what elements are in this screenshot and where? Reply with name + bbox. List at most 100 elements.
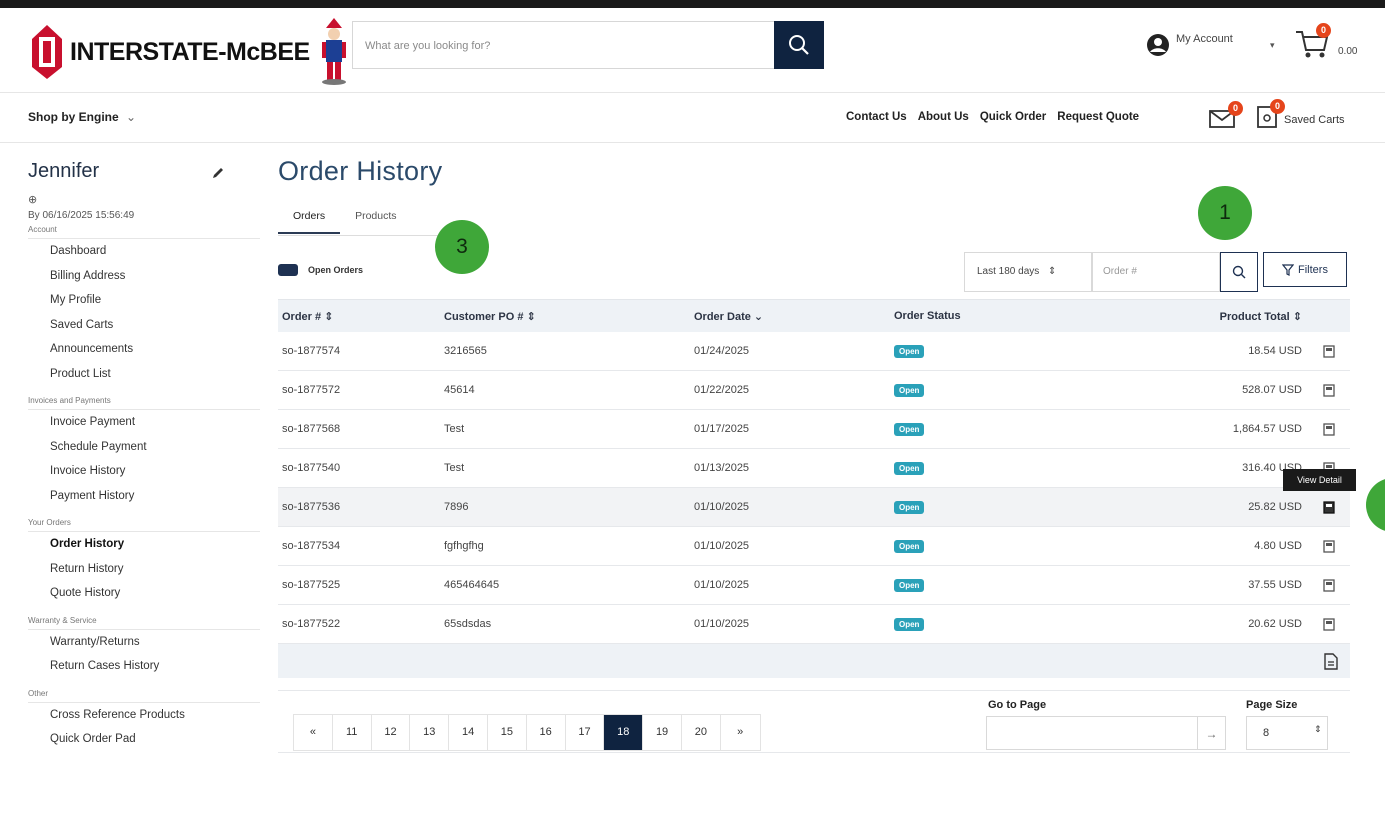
go-to-page-input[interactable]	[986, 716, 1198, 750]
sidebar-item-dashboard[interactable]: Dashboard	[28, 239, 260, 264]
customer-po: 465464645	[444, 579, 500, 591]
user-name: Jennifer	[28, 160, 100, 182]
open-orders-toggle[interactable]: Open Orders	[278, 264, 363, 276]
date-range-select[interactable]: Last 180 days ⇕	[964, 252, 1092, 292]
table-row: so-1877568 Test 01/17/2025 Open 1,864.57…	[278, 410, 1350, 449]
table-row: so-1877536 7896 01/10/2025 Open 25.82 US…	[278, 488, 1350, 527]
globe-icon: ⊕	[28, 194, 38, 206]
sidebar-item-my-profile[interactable]: My Profile	[28, 288, 260, 313]
tab-bar: Orders Products	[278, 206, 412, 234]
my-account-button[interactable]: My Account	[1146, 33, 1233, 57]
view-detail-icon[interactable]	[1323, 578, 1335, 592]
status-badge: Open	[894, 579, 925, 592]
view-detail-icon[interactable]	[1323, 344, 1335, 358]
page-button[interactable]: 20	[682, 715, 721, 750]
sidebar-item-warranty-returns[interactable]: Warranty/Returns	[28, 630, 260, 655]
view-detail-icon[interactable]	[1323, 539, 1335, 553]
order-number[interactable]: so-1877522	[278, 618, 444, 630]
edit-pencil-icon[interactable]	[211, 166, 225, 180]
cart-count-badge: 0	[1316, 23, 1331, 38]
page-button[interactable]: 13	[410, 715, 450, 750]
page-button[interactable]: 15	[488, 715, 527, 750]
sidebar-item-order-history[interactable]: Order History	[28, 532, 260, 557]
search-input[interactable]: What are you looking for?	[352, 21, 774, 69]
column-order-date[interactable]: Order Date ⌄	[694, 310, 894, 323]
shop-by-engine-menu[interactable]: Shop by Engine ⌄	[28, 110, 136, 124]
main-content: Order History Orders Products 3 1 Open O…	[278, 156, 1350, 678]
saved-carts-label[interactable]: Saved Carts	[1284, 114, 1345, 126]
view-detail-icon[interactable]	[1323, 422, 1335, 436]
callout-marker-1: 1	[1198, 186, 1252, 240]
nav-link-contact-us[interactable]: Contact Us	[846, 111, 907, 123]
customer-po: 65sdsdas	[444, 618, 492, 630]
order-number[interactable]: so-1877536	[278, 501, 444, 513]
column-customer-po[interactable]: Customer PO # ⇕	[444, 310, 694, 323]
go-to-page-label: Go to Page	[988, 699, 1047, 711]
sidebar-item-payment-history[interactable]: Payment History	[28, 484, 260, 509]
order-search-button[interactable]	[1220, 252, 1258, 292]
sidebar-item-announcements[interactable]: Announcements	[28, 337, 260, 362]
messages-button[interactable]: 0	[1208, 101, 1243, 134]
sidebar-item-invoice-history[interactable]: Invoice History	[28, 459, 260, 484]
go-to-page-button[interactable]: →	[1198, 716, 1226, 750]
product-total: 528.07 USD	[1242, 384, 1302, 396]
user-icon	[1147, 34, 1169, 56]
cart-button[interactable]: 0	[1294, 23, 1331, 65]
sidebar-item-billing-address[interactable]: Billing Address	[28, 264, 260, 289]
sidebar-item-return-cases-history[interactable]: Return Cases History	[28, 654, 260, 679]
table-row: so-1877525 465464645 01/10/2025 Open 37.…	[278, 566, 1350, 605]
sidebar-item-saved-carts[interactable]: Saved Carts	[28, 313, 260, 338]
sidebar-item-product-list[interactable]: Product List	[28, 362, 260, 387]
saved-carts-button[interactable]: 0	[1256, 99, 1285, 134]
status-badge: Open	[894, 384, 925, 397]
sidebar-item-quick-order-pad[interactable]: Quick Order Pad	[28, 727, 260, 752]
export-document-icon[interactable]	[1324, 652, 1338, 670]
page-button[interactable]: 14	[449, 715, 488, 750]
order-number[interactable]: so-1877534	[278, 540, 444, 552]
table-row: so-1877572 45614 01/22/2025 Open 528.07 …	[278, 371, 1350, 410]
order-date: 01/24/2025	[694, 345, 750, 357]
nav-link-quick-order[interactable]: Quick Order	[980, 111, 1046, 123]
page-next-button[interactable]: »	[721, 715, 760, 750]
chevron-down-icon: ⌄	[126, 110, 137, 124]
nav-link-request-quote[interactable]: Request Quote	[1057, 111, 1139, 123]
sidebar-item-return-history[interactable]: Return History	[28, 557, 260, 582]
order-number[interactable]: so-1877525	[278, 579, 444, 591]
pagination: « 11 12 13 14 15 16 17 18 19 20 »	[293, 714, 761, 751]
order-number[interactable]: so-1877568	[278, 423, 444, 435]
sidebar-item-schedule-payment[interactable]: Schedule Payment	[28, 435, 260, 460]
customer-po: fgfhgfhg	[444, 540, 484, 552]
tab-products[interactable]: Products	[340, 206, 411, 234]
nav-link-about-us[interactable]: About Us	[918, 111, 969, 123]
view-detail-icon[interactable]	[1323, 500, 1335, 514]
search-button[interactable]	[774, 21, 824, 69]
toggle-switch[interactable]	[278, 264, 298, 276]
pagination-bar: « 11 12 13 14 15 16 17 18 19 20 » Go to …	[278, 690, 1350, 753]
status-badge: Open	[894, 501, 925, 514]
page-button[interactable]: 16	[527, 715, 566, 750]
column-order-number[interactable]: Order # ⇕	[278, 310, 444, 323]
site-header: INTERSTATE-McBEE What are you looking fo…	[0, 8, 1385, 93]
column-product-total[interactable]: Product Total ⇕	[1094, 310, 1308, 323]
order-number[interactable]: so-1877540	[278, 462, 444, 474]
filters-button[interactable]: Filters	[1263, 252, 1347, 287]
order-number[interactable]: so-1877574	[278, 345, 444, 357]
page-button-active[interactable]: 18	[604, 715, 644, 750]
order-number-input[interactable]: Order #	[1092, 252, 1220, 292]
order-number[interactable]: so-1877572	[278, 384, 444, 396]
view-detail-icon[interactable]	[1323, 617, 1335, 631]
page-prev-button[interactable]: «	[294, 715, 333, 750]
chevron-down-icon[interactable]: ▾	[1270, 40, 1275, 51]
sidebar-item-cross-reference-products[interactable]: Cross Reference Products	[28, 703, 260, 728]
sidebar-item-invoice-payment[interactable]: Invoice Payment	[28, 410, 260, 435]
sidebar-item-quote-history[interactable]: Quote History	[28, 581, 260, 606]
page-button[interactable]: 11	[333, 715, 372, 750]
view-detail-icon[interactable]	[1323, 383, 1335, 397]
page-button[interactable]: 12	[372, 715, 411, 750]
page-button[interactable]: 19	[643, 715, 682, 750]
nav-bar: Shop by Engine ⌄ Contact Us About Us Qui…	[0, 93, 1385, 143]
brand-logo[interactable]: INTERSTATE-McBEE	[30, 18, 350, 86]
page-button[interactable]: 17	[566, 715, 605, 750]
tab-orders[interactable]: Orders	[278, 206, 341, 234]
order-date: 01/17/2025	[694, 423, 750, 435]
